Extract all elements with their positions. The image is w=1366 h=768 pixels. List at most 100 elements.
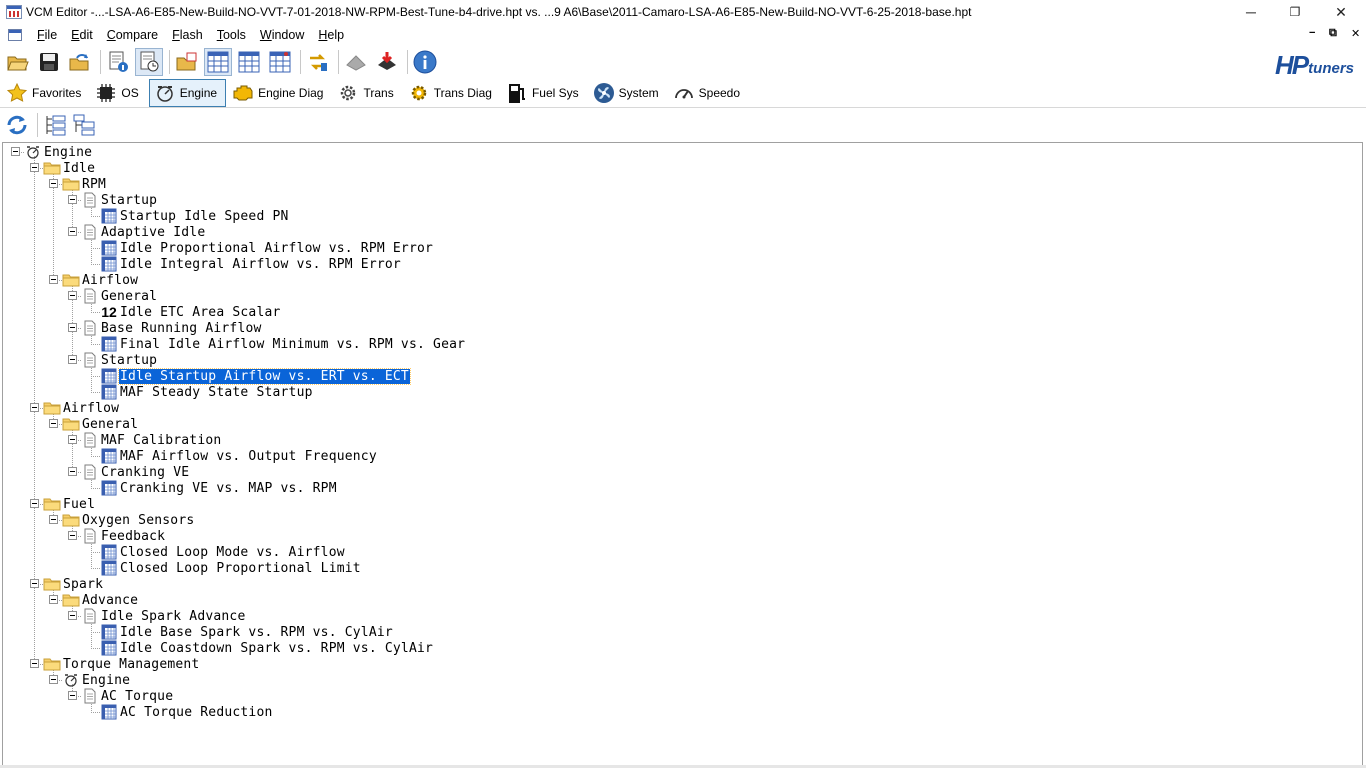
collapse-toggle[interactable]: [30, 163, 39, 172]
refresh-icon[interactable]: [4, 112, 30, 138]
tree-node[interactable]: Final Idle Airflow Minimum vs. RPM vs. G…: [100, 336, 466, 352]
collapse-toggle[interactable]: [68, 291, 77, 300]
tree-node[interactable]: RPM: [62, 176, 107, 192]
menu-flash[interactable]: Flash: [165, 28, 210, 42]
collapse-toggle[interactable]: [68, 467, 77, 476]
tab-favorites[interactable]: Favorites: [2, 79, 89, 107]
collapse-toggle[interactable]: [30, 403, 39, 412]
collapse-toggle[interactable]: [68, 195, 77, 204]
tree-node[interactable]: Idle Integral Airflow vs. RPM Error: [100, 256, 402, 272]
tree-node[interactable]: MAF Steady State Startup: [100, 384, 314, 400]
mdi-minimize-button[interactable]: −: [1309, 27, 1315, 39]
document-icon[interactable]: [8, 29, 22, 41]
collapse-toggle[interactable]: [30, 579, 39, 588]
collapse-toggle[interactable]: [68, 531, 77, 540]
tab-os[interactable]: OS: [91, 79, 146, 107]
tree-node[interactable]: Feedback: [81, 528, 166, 544]
collapse-toggle[interactable]: [30, 659, 39, 668]
collapse-toggle[interactable]: [49, 595, 58, 604]
tree-node[interactable]: MAF Calibration: [81, 432, 222, 448]
tree-node-label: Airflow: [82, 272, 139, 288]
tree-node[interactable]: Idle Coastdown Spark vs. RPM vs. CylAir: [100, 640, 434, 656]
collapse-toggle[interactable]: [30, 499, 39, 508]
tree-node-label: Cranking VE vs. MAP vs. RPM: [120, 480, 337, 496]
collapse-all-icon[interactable]: [71, 112, 97, 138]
collapse-toggle[interactable]: [49, 179, 58, 188]
open-folder-icon[interactable]: [4, 48, 32, 76]
tree-node[interactable]: Startup: [81, 352, 158, 368]
tree-node[interactable]: Idle Startup Airflow vs. ERT vs. ECT: [100, 367, 411, 385]
tab-trans-diag[interactable]: Trans Diag: [404, 79, 500, 107]
tree-node[interactable]: General: [81, 288, 158, 304]
table-compare-icon[interactable]: [266, 48, 294, 76]
tuning-tree[interactable]: Engine Idle RPM Startup Startup Idle Speed P…: [2, 142, 1363, 766]
tree-node[interactable]: Airflow: [62, 272, 139, 288]
menu-tools[interactable]: Tools: [210, 28, 253, 42]
tree-node[interactable]: MAF Airflow vs. Output Frequency: [100, 448, 378, 464]
tab-system[interactable]: System: [589, 79, 667, 107]
tree-node[interactable]: AC Torque Reduction: [100, 704, 274, 720]
tree-node[interactable]: Fuel: [43, 496, 96, 512]
tree-node[interactable]: Engine: [62, 672, 131, 688]
tree-node[interactable]: Startup Idle Speed PN: [100, 208, 290, 224]
menu-edit[interactable]: Edit: [64, 28, 100, 42]
swap-icon[interactable]: [304, 48, 332, 76]
write-icon[interactable]: [373, 48, 401, 76]
mdi-close-button[interactable]: ✕: [1351, 27, 1360, 40]
collapse-toggle[interactable]: [49, 675, 58, 684]
compare-icon[interactable]: [135, 48, 163, 76]
collapse-toggle[interactable]: [68, 435, 77, 444]
tree-node[interactable]: Oxygen Sensors: [62, 512, 195, 528]
tree-node[interactable]: Closed Loop Proportional Limit: [100, 560, 362, 576]
menu-compare[interactable]: Compare: [100, 28, 165, 42]
collapse-toggle[interactable]: [68, 355, 77, 364]
tree-node[interactable]: Cranking VE: [81, 464, 190, 480]
tree-node[interactable]: Base Running Airflow: [81, 320, 263, 336]
tree-node[interactable]: Advance: [62, 592, 139, 608]
collapse-toggle[interactable]: [68, 691, 77, 700]
collapse-toggle[interactable]: [68, 611, 77, 620]
tree-node[interactable]: Airflow: [43, 400, 120, 416]
tree-node[interactable]: Spark: [43, 576, 104, 592]
tree-node[interactable]: Engine: [24, 144, 93, 160]
menu-window[interactable]: Window: [253, 28, 311, 42]
tab-speedo[interactable]: Speedo: [669, 79, 748, 107]
save-icon[interactable]: [35, 48, 63, 76]
minimize-button[interactable]: ─: [1228, 0, 1274, 24]
collapse-toggle[interactable]: [68, 227, 77, 236]
tree-node[interactable]: Adaptive Idle: [81, 224, 206, 240]
mdi-restore-button[interactable]: ⧉: [1329, 27, 1337, 40]
menu-file[interactable]: File: [30, 28, 64, 42]
menu-help[interactable]: Help: [311, 28, 351, 42]
tree-node[interactable]: Idle Base Spark vs. RPM vs. CylAir: [100, 624, 394, 640]
read-icon[interactable]: [342, 48, 370, 76]
tab-fuel-sys[interactable]: Fuel Sys: [502, 79, 587, 107]
expand-all-icon[interactable]: [43, 112, 69, 138]
open-recent-icon[interactable]: [66, 48, 94, 76]
open-compare-icon[interactable]: [173, 48, 201, 76]
tree-node[interactable]: General: [62, 416, 139, 432]
collapse-toggle[interactable]: [68, 323, 77, 332]
table-view-icon[interactable]: [204, 48, 232, 76]
collapse-toggle[interactable]: [49, 275, 58, 284]
tree-node[interactable]: Idle Spark Advance: [81, 608, 246, 624]
collapse-toggle[interactable]: [49, 515, 58, 524]
table-edit-icon[interactable]: [235, 48, 263, 76]
tree-node[interactable]: Closed Loop Mode vs. Airflow: [100, 544, 346, 560]
tree-node[interactable]: Torque Management: [43, 656, 200, 672]
tree-node[interactable]: 12 Idle ETC Area Scalar: [100, 304, 282, 320]
tree-node[interactable]: Cranking VE vs. MAP vs. RPM: [100, 480, 338, 496]
vehicle-info-icon[interactable]: [104, 48, 132, 76]
tree-node[interactable]: Idle Proportional Airflow vs. RPM Error: [100, 240, 434, 256]
info-icon[interactable]: [411, 48, 439, 76]
tab-engine[interactable]: Engine: [148, 78, 227, 107]
tree-node[interactable]: AC Torque: [81, 688, 174, 704]
collapse-toggle[interactable]: [11, 147, 20, 156]
tab-trans[interactable]: Trans: [333, 79, 401, 107]
tree-node[interactable]: Idle: [43, 160, 96, 176]
collapse-toggle[interactable]: [49, 419, 58, 428]
tab-engine-diag[interactable]: Engine Diag: [228, 79, 331, 107]
close-button[interactable]: ✕: [1318, 0, 1364, 24]
restore-button[interactable]: ❐: [1272, 0, 1318, 24]
tree-node[interactable]: Startup: [81, 192, 158, 208]
